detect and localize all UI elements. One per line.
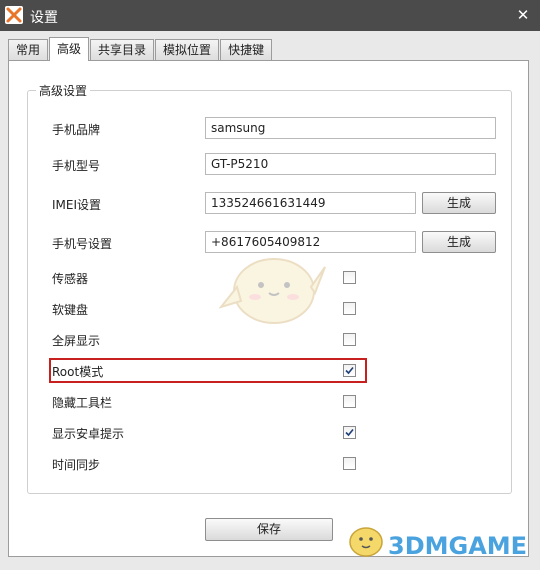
title-bar: 设置 ✕ (0, 0, 540, 31)
generate-phone-number-button[interactable]: 生成 (422, 231, 496, 253)
root-mode-label: Root模式 (52, 365, 104, 379)
tab-general[interactable]: 常用 (8, 39, 49, 61)
checkmark-icon (345, 428, 354, 437)
phone-number-field[interactable]: +8617605409812 (205, 231, 416, 253)
show-android-tips-label: 显示安卓提示 (52, 427, 125, 441)
window-title: 设置 (30, 10, 58, 26)
show-android-tips-checkbox[interactable] (343, 426, 356, 439)
tab-advanced[interactable]: 高级 (49, 37, 90, 61)
watermark-text: 3DMGAME (388, 532, 527, 560)
phone-number-label: 手机号设置 (52, 237, 113, 251)
soft-keyboard-label: 软键盘 (52, 303, 89, 317)
phone-model-field[interactable]: GT-P5210 (205, 153, 496, 175)
tab-shared-directory[interactable]: 共享目录 (90, 39, 155, 61)
group-title: 高级设置 (36, 82, 91, 99)
time-sync-checkbox[interactable] (343, 457, 356, 470)
time-sync-label: 时间同步 (52, 458, 101, 472)
tab-bar: 常用 高级 共享目录 模拟位置 快捷键 (8, 37, 273, 61)
save-button[interactable]: 保存 (205, 518, 333, 541)
root-mode-checkbox[interactable] (343, 364, 356, 377)
tab-simulated-location[interactable]: 模拟位置 (155, 39, 220, 61)
phone-brand-field[interactable]: samsung (205, 117, 496, 139)
fullscreen-label: 全屏显示 (52, 334, 101, 348)
app-logo-icon (5, 6, 23, 24)
fullscreen-checkbox[interactable] (343, 333, 356, 346)
tab-shortcuts[interactable]: 快捷键 (220, 39, 273, 61)
phone-model-label: 手机型号 (52, 159, 101, 173)
close-icon[interactable]: ✕ (512, 4, 534, 26)
soft-keyboard-checkbox[interactable] (343, 302, 356, 315)
checkmark-icon (345, 366, 354, 375)
site-watermark-logo: 3DMGAME (349, 527, 527, 560)
hide-toolbar-label: 隐藏工具栏 (52, 396, 113, 410)
phone-brand-label: 手机品牌 (52, 123, 101, 137)
hide-toolbar-checkbox[interactable] (343, 395, 356, 408)
imei-field[interactable]: 133524661631449 (205, 192, 416, 214)
sensor-checkbox[interactable] (343, 271, 356, 284)
sensor-label: 传感器 (52, 272, 89, 286)
imei-label: IMEI设置 (52, 198, 102, 212)
mascot-watermark-image (219, 258, 326, 324)
generate-imei-button[interactable]: 生成 (422, 192, 496, 214)
advanced-panel: 高级设置 手机品牌 samsung 手机型号 GT-P5210 IMEI设置 1… (8, 60, 529, 557)
